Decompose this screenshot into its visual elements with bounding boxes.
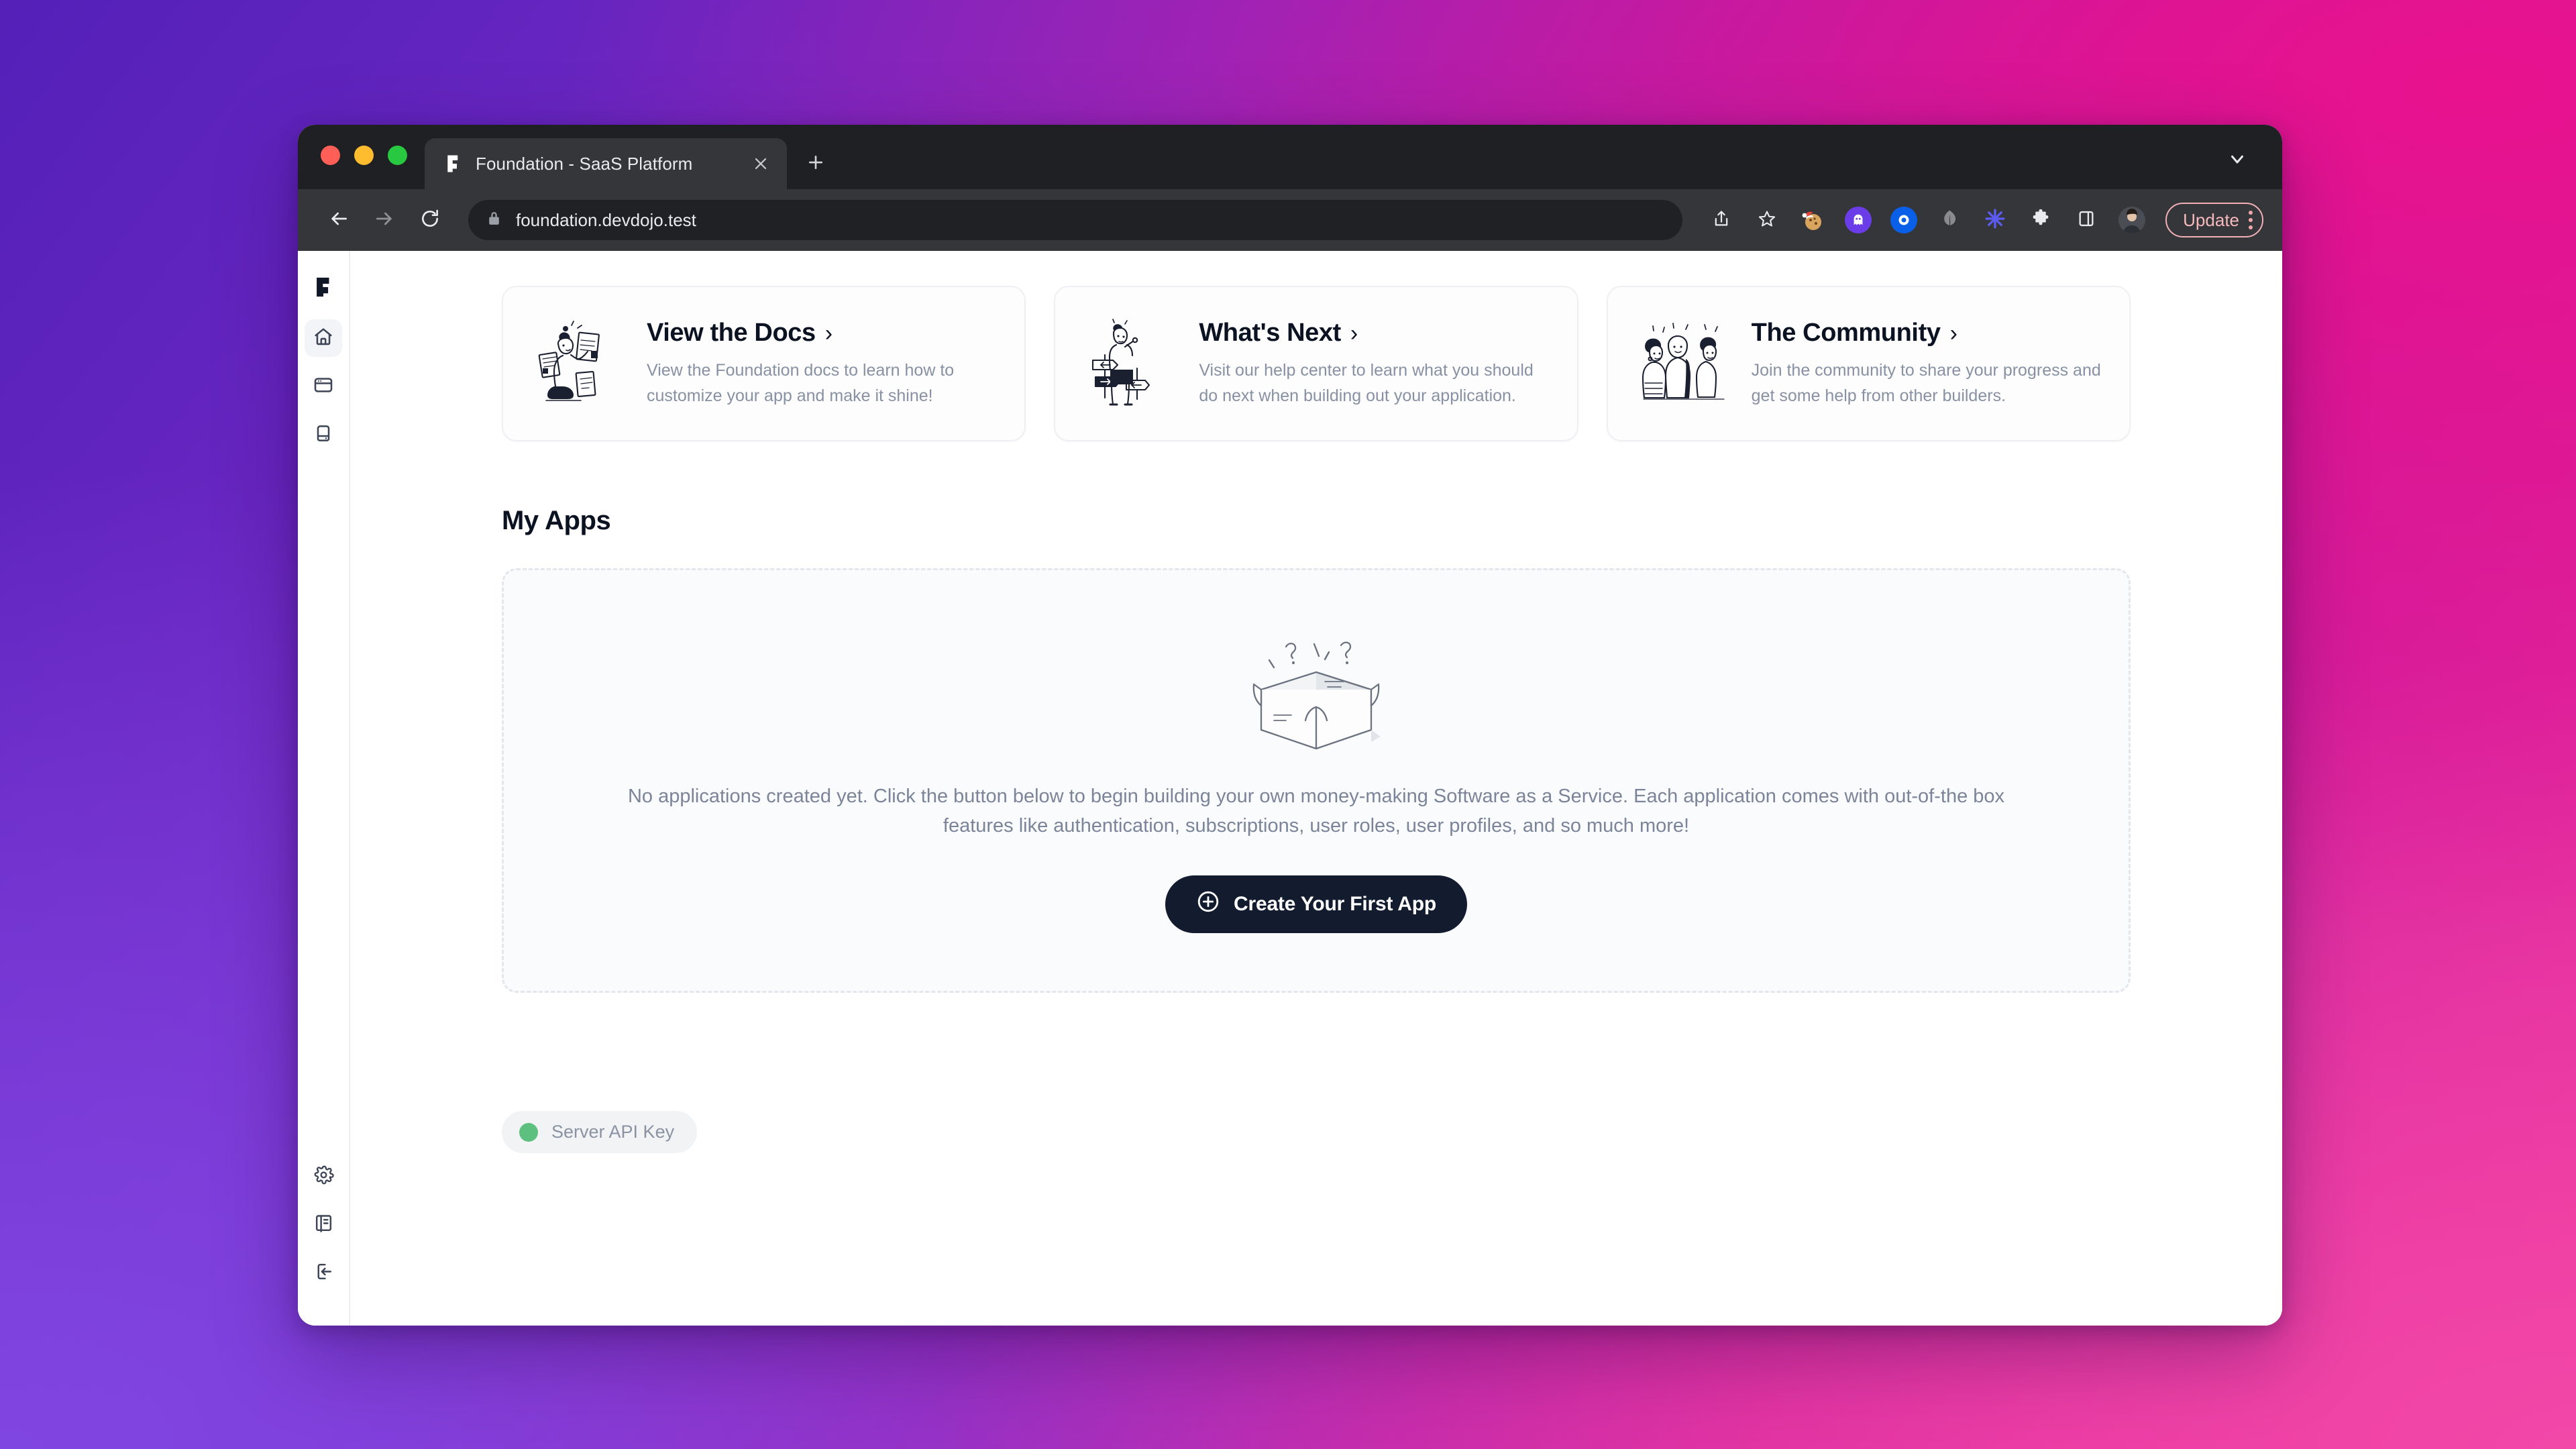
profile-button[interactable] (2114, 203, 2149, 237)
home-icon (313, 326, 334, 351)
empty-state-message: No applications created yet. Click the b… (627, 786, 2005, 837)
card-description: Join the community to share your progres… (1751, 361, 2101, 405)
sidebar-item-settings[interactable] (305, 1158, 342, 1195)
forward-button[interactable] (365, 201, 404, 239)
page-title: My Apps (502, 506, 611, 535)
card-title: What's Next › (1199, 319, 1551, 347)
card-body: What's Next › Visit our help center to l… (1199, 319, 1551, 409)
update-button[interactable]: Update (2165, 203, 2263, 237)
close-icon[interactable] (748, 151, 773, 176)
window-close-button[interactable] (321, 145, 340, 165)
empty-open-box-illustration (1239, 623, 1393, 757)
ghost-extension-button[interactable] (1841, 203, 1876, 237)
status-dot-icon (519, 1122, 538, 1142)
sidebar-item-servers[interactable] (305, 416, 342, 453)
window-traffic-lights (321, 125, 425, 189)
arrow-right-icon (374, 208, 395, 233)
card-title: View the Docs › (647, 319, 999, 347)
back-button[interactable] (319, 201, 358, 239)
bookmark-button[interactable] (1750, 203, 1784, 237)
tab-search-button[interactable] (2222, 145, 2253, 176)
group-of-people-illustration (1633, 313, 1734, 414)
logout-icon (313, 1261, 334, 1285)
blue-circle-extension-icon (1890, 207, 1918, 233)
plus-icon (806, 152, 826, 176)
gray-leaf-extension-icon (1939, 209, 1960, 232)
browser-window: Foundation - SaaS Platform foundation.de… (298, 125, 2282, 1326)
create-first-app-button[interactable]: Create Your First App (1165, 875, 1467, 933)
book-icon (313, 1213, 334, 1237)
chevron-right-icon: › (1350, 320, 1358, 346)
chevron-right-icon: › (1949, 320, 1957, 346)
chevron-right-icon: › (824, 320, 833, 346)
main-content: View the Docs › View the Foundation docs… (350, 251, 2282, 1326)
reload-button[interactable] (411, 201, 449, 239)
create-first-app-label: Create Your First App (1234, 893, 1436, 915)
sidebar-item-apps[interactable] (305, 368, 342, 405)
browser-tab-active[interactable]: Foundation - SaaS Platform (425, 138, 787, 189)
plus-circle-icon (1196, 890, 1220, 919)
share-icon (1712, 209, 1731, 231)
apps-empty-state: No applications created yet. Click the b… (502, 568, 2131, 993)
reload-icon (419, 208, 441, 233)
address-bar-url: foundation.devdojo.test (516, 209, 696, 230)
lock-icon (486, 210, 502, 230)
cookie-extension-icon (1799, 207, 1826, 233)
asterisk-extension-icon (1984, 207, 2006, 233)
side-panel-icon (2077, 209, 2096, 231)
info-cards-row: View the Docs › View the Foundation docs… (502, 286, 2131, 441)
card-title-text: View the Docs (647, 319, 816, 347)
foundation-logo-icon[interactable] (306, 270, 341, 305)
browser-tab-strip: Foundation - SaaS Platform (298, 125, 2282, 189)
window-minimize-button[interactable] (354, 145, 374, 165)
user-avatar (2118, 207, 2146, 233)
extensions-button[interactable] (2023, 203, 2058, 237)
foundation-flag-icon (443, 154, 464, 174)
blue-circle-extension-button[interactable] (1886, 203, 1921, 237)
card-whats-next[interactable]: What's Next › Visit our help center to l… (1054, 286, 1578, 441)
card-body: View the Docs › View the Foundation docs… (647, 319, 999, 409)
card-title: The Community › (1752, 319, 2104, 347)
card-title-text: The Community (1751, 319, 1941, 347)
gear-icon (313, 1165, 334, 1189)
toolbar-right-actions: Update (1704, 203, 2263, 237)
browser-tab-title: Foundation - SaaS Platform (476, 153, 693, 174)
browser-toolbar: foundation.devdojo.test Update (298, 189, 2282, 251)
ghost-extension-icon (1845, 207, 1872, 233)
card-description: View the Foundation docs to learn how to… (647, 361, 955, 405)
cookie-extension-button[interactable] (1795, 203, 1830, 237)
new-tab-button[interactable] (795, 138, 837, 189)
arrow-left-icon (328, 208, 350, 233)
status-badge-label: Server API Key (551, 1122, 675, 1142)
sidebar-item-home[interactable] (305, 319, 342, 357)
window-zoom-button[interactable] (388, 145, 407, 165)
page-viewport: View the Docs › View the Foundation docs… (298, 251, 2282, 1326)
address-bar[interactable]: foundation.devdojo.test (468, 200, 1683, 240)
card-title-text: What's Next (1199, 319, 1341, 347)
kebab-menu-icon[interactable] (2249, 211, 2253, 229)
update-button-label: Update (2183, 209, 2239, 230)
side-panel-button[interactable] (2069, 203, 2104, 237)
star-icon (1758, 209, 1776, 231)
browser-window-icon (313, 374, 334, 399)
sidebar-item-logout[interactable] (305, 1254, 342, 1292)
gray-leaf-extension-button[interactable] (1932, 203, 1967, 237)
person-with-signposts-illustration (1081, 313, 1181, 414)
card-body: The Community › Join the community to sh… (1752, 319, 2104, 409)
asterisk-extension-button[interactable] (1978, 203, 2012, 237)
puzzle-piece-icon (2031, 209, 2051, 232)
chevron-down-icon (2227, 149, 2247, 172)
server-icon (313, 423, 334, 447)
card-view-the-docs[interactable]: View the Docs › View the Foundation docs… (502, 286, 1026, 441)
card-description: Visit our help center to learn what you … (1199, 361, 1534, 405)
sidebar-item-docs[interactable] (305, 1206, 342, 1244)
status-badge[interactable]: Server API Key (502, 1111, 698, 1153)
app-sidebar (298, 251, 350, 1326)
share-button[interactable] (1704, 203, 1739, 237)
person-reading-documents-illustration (529, 313, 629, 414)
card-the-community[interactable]: The Community › Join the community to sh… (1606, 286, 2131, 441)
